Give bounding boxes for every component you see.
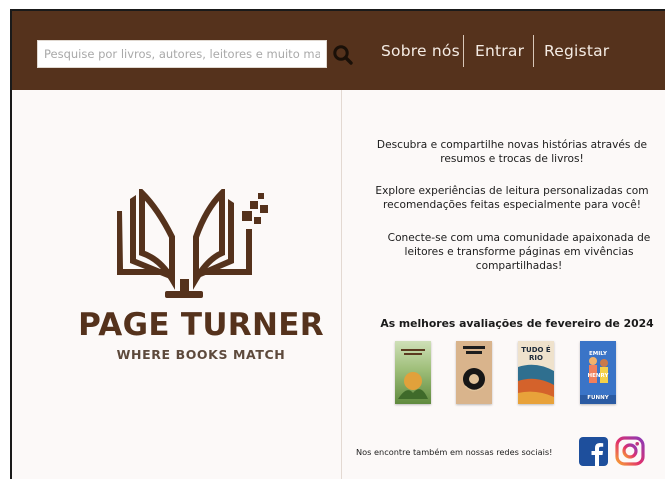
nav-separator bbox=[533, 35, 534, 67]
nav-about-link[interactable]: Sobre nós bbox=[381, 42, 460, 60]
open-book-icon bbox=[117, 189, 268, 298]
search-input[interactable] bbox=[37, 40, 327, 68]
page-frame: Sobre nós Entrar Registar bbox=[10, 9, 665, 479]
facebook-icon[interactable] bbox=[579, 437, 608, 466]
book-cover-1[interactable] bbox=[395, 341, 431, 404]
nav-separator bbox=[463, 35, 464, 67]
book-cover-4[interactable]: EMILY HENRY FUNNY STORY bbox=[580, 341, 616, 404]
brand-name: PAGE TURNER bbox=[78, 307, 324, 343]
intro-blurb-3: Conecte-se com uma comunidade apaixonada… bbox=[387, 232, 651, 272]
top-header: Sobre nós Entrar Registar bbox=[12, 11, 665, 90]
best-reviews-title: As melhores avaliações de fevereiro de 2… bbox=[380, 317, 654, 330]
nav-register-link[interactable]: Registar bbox=[544, 42, 609, 60]
book-cover-title: EMILY HENRY FUNNY STORY bbox=[587, 351, 609, 401]
book-cover-3[interactable]: TUDO É RIO bbox=[518, 341, 554, 404]
column-divider bbox=[341, 90, 342, 479]
nav-login-link[interactable]: Entrar bbox=[475, 42, 524, 60]
intro-blurb-2: Explore experiências de leitura personal… bbox=[375, 185, 649, 211]
brand-tagline: WHERE BOOKS MATCH bbox=[116, 347, 286, 362]
social-invite-text: Nos encontre também em nossas redes soci… bbox=[356, 447, 553, 457]
search-icon[interactable] bbox=[332, 44, 354, 66]
book-cover-2[interactable] bbox=[456, 341, 492, 404]
intro-blurb-1: Descubra e compartilhe novas histórias a… bbox=[376, 139, 648, 165]
instagram-icon[interactable] bbox=[615, 436, 645, 466]
